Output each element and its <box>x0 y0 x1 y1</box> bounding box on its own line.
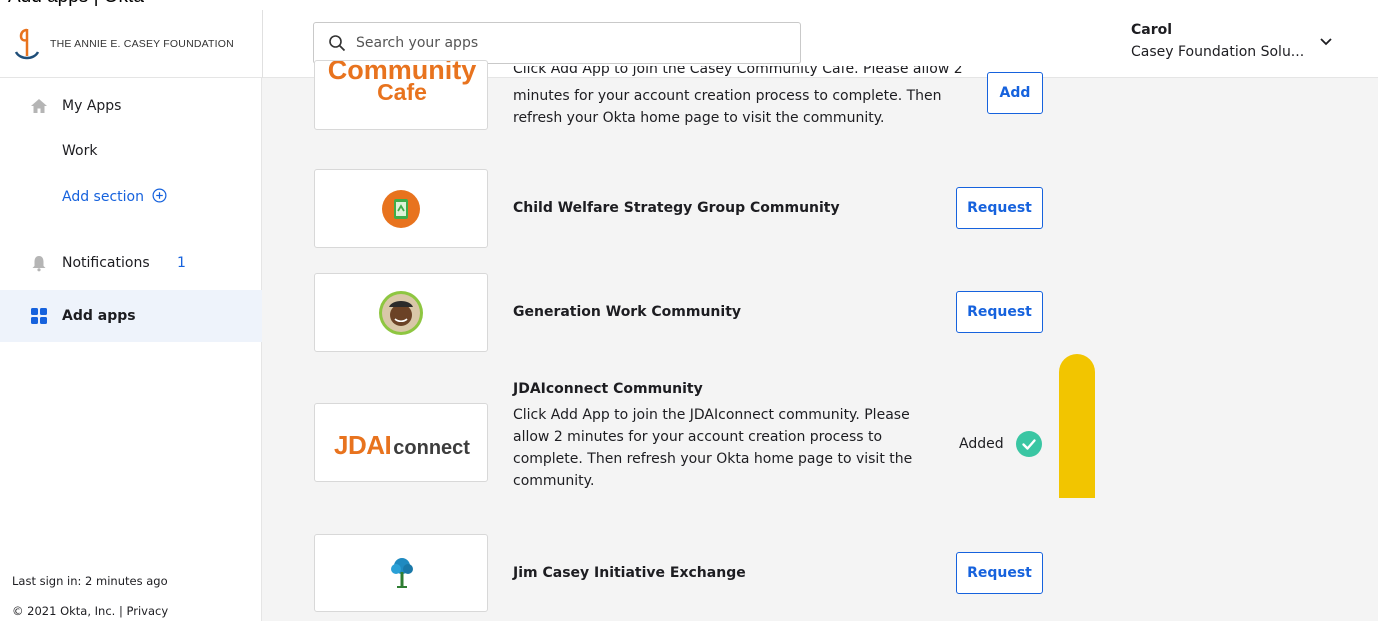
app-logo-tile[interactable] <box>314 534 488 612</box>
add-section-label: Add section <box>62 188 167 205</box>
app-name: Generation Work Community <box>513 304 742 320</box>
add-section-text: Add section <box>62 188 144 205</box>
sidebar-item-label: My Apps <box>62 98 122 114</box>
community-cafe-logo: Community Cafe <box>315 60 487 104</box>
request-app-button[interactable]: Request <box>956 187 1043 229</box>
logo-connect: connect <box>393 437 470 459</box>
added-status: Added <box>959 431 1042 457</box>
add-section-link[interactable]: Add section <box>0 184 262 208</box>
user-org: Casey Foundation Solu... <box>1131 44 1305 60</box>
app-logo-tile[interactable] <box>314 169 488 248</box>
app-logo-tile[interactable] <box>314 273 488 352</box>
check-circle-icon <box>1015 431 1042 457</box>
search-input[interactable] <box>356 35 776 51</box>
bell-icon <box>32 256 46 272</box>
org-logo[interactable]: THE ANNIE E. CASEY FOUNDATION <box>12 24 234 64</box>
app-name: Jim Casey Initiative Exchange <box>513 565 746 581</box>
app-name: JDAIconnect Community <box>513 381 703 397</box>
added-status-label: Added <box>959 436 1004 452</box>
app-description-line: Click Add App to join the JDAIconnect co… <box>513 407 910 423</box>
app-description: Click Add App to join the Casey Communit… <box>513 66 968 129</box>
sidebar-item-notifications[interactable]: Notifications 1 <box>0 251 262 275</box>
app-description-line: refresh your Okta home page to visit the… <box>513 110 885 126</box>
request-app-button[interactable]: Request <box>956 291 1043 333</box>
notification-count-badge: 1 <box>177 255 186 271</box>
header-divider <box>262 10 263 78</box>
app-description-line: minutes for your account creation proces… <box>513 88 942 104</box>
sidebar: My Apps Work Add section Notifications 1 <box>0 78 262 621</box>
generation-work-app-icon <box>379 291 423 335</box>
app-name: Child Welfare Strategy Group Community <box>513 200 840 216</box>
app-logo-tile[interactable]: Community Cafe <box>314 60 488 130</box>
add-app-button[interactable]: Add <box>987 72 1043 114</box>
last-sign-in: Last sign in: 2 minutes ago <box>12 574 168 588</box>
sidebar-item-work[interactable]: Work <box>0 139 262 163</box>
logo-line-1: Community <box>327 60 477 85</box>
home-icon <box>31 99 47 113</box>
cropped-title-strip: Add apps | Okta <box>0 0 1378 10</box>
window-title: Add apps | Okta <box>8 0 144 8</box>
highlight-marker <box>1059 354 1095 498</box>
jdaiconnect-logo: JDAI connect <box>315 430 487 461</box>
request-app-button[interactable]: Request <box>956 552 1043 594</box>
logo-jdai: JDAI <box>334 430 392 460</box>
user-menu[interactable]: Carol Casey Foundation Solu... <box>1131 22 1366 66</box>
chevron-down-icon[interactable] <box>1319 36 1333 46</box>
sidebar-item-label: Work <box>62 143 98 159</box>
user-name: Carol <box>1131 22 1173 38</box>
sidebar-item-label: Notifications <box>62 255 150 271</box>
app-logo-tile[interactable]: JDAI connect <box>314 403 488 482</box>
app-description-line: complete. Then refresh your Okta home pa… <box>513 451 913 467</box>
casey-foundation-logo-icon <box>14 28 40 60</box>
search-icon <box>329 35 346 52</box>
app-description-line: community. <box>513 473 595 489</box>
app-description-line: Click Add App to join the Casey Communit… <box>513 66 963 77</box>
app-description-line: allow 2 minutes for your account creatio… <box>513 429 883 445</box>
org-logo-text: THE ANNIE E. CASEY FOUNDATION <box>50 38 234 50</box>
sidebar-item-add-apps[interactable]: Add apps <box>0 290 262 342</box>
search-box[interactable] <box>313 22 801 64</box>
tree-icon <box>391 558 413 588</box>
plus-circle-icon <box>152 188 167 202</box>
app-description: Click Add App to join the JDAIconnect co… <box>513 404 968 492</box>
copyright-privacy-link[interactable]: © 2021 Okta, Inc. | Privacy <box>12 604 168 618</box>
child-welfare-app-icon <box>382 190 420 228</box>
grid-icon <box>31 308 47 324</box>
sidebar-item-my-apps[interactable]: My Apps <box>0 94 262 118</box>
sidebar-item-label: Add apps <box>62 308 136 324</box>
